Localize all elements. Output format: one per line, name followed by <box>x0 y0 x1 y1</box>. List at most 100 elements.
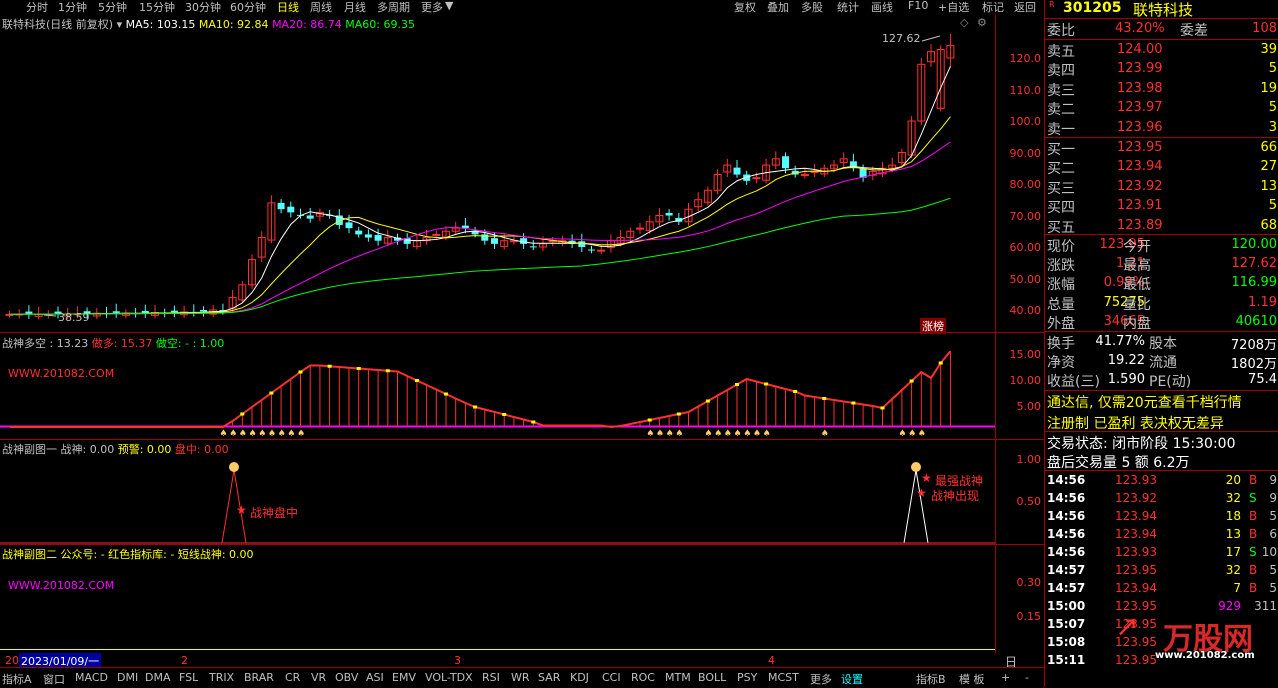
template-button[interactable]: 模 板 <box>959 671 985 687</box>
tab-trix[interactable]: TRIX <box>209 671 234 684</box>
tab-daily[interactable]: 日线 <box>277 0 299 15</box>
tab-rsi[interactable]: RSI <box>482 671 500 684</box>
limit-up-badge[interactable]: 涨榜 <box>920 318 946 334</box>
tab-boll[interactable]: BOLL <box>698 671 726 684</box>
tab-more-indicators[interactable]: 更多 <box>810 671 832 687</box>
tab-asi[interactable]: ASI <box>366 671 384 684</box>
level-price: 123.91 <box>1117 198 1163 214</box>
zhanshen-fu2-panel[interactable]: 战神副图二 公众号: - 红色指标库: - 短线战神: 0.00 WWW.201… <box>0 545 995 652</box>
tab-30min[interactable]: 30分钟 <box>185 0 221 15</box>
tab-dmi[interactable]: DMI <box>117 671 138 684</box>
tab-wr[interactable]: WR <box>511 671 530 684</box>
star-icon: ★ <box>916 486 927 500</box>
sub1-axis: 15.00 10.00 5.00 <box>995 333 1045 440</box>
tab-vr[interactable]: VR <box>311 671 326 684</box>
tab-kdj[interactable]: KDJ <box>570 671 589 684</box>
tab-settings[interactable]: 设置 <box>841 671 863 687</box>
tab-multi-period[interactable]: 多周期 <box>377 0 410 15</box>
level-volume: 13 <box>1260 178 1277 194</box>
bid-row[interactable]: 买一 123.95 66 <box>1045 138 1278 158</box>
notice-text: 注册制 已盈利 表决权无差异 <box>1047 416 1224 432</box>
candle-body <box>306 215 314 219</box>
tab-fsl[interactable]: FSL <box>179 671 198 684</box>
moneybag-icon: ♠ <box>753 429 761 439</box>
tick-side: B <box>1249 527 1258 541</box>
tab-sar[interactable]: SAR <box>538 671 560 684</box>
tab-emv[interactable]: EMV <box>392 671 416 684</box>
add-watchlist-button[interactable]: +自选 <box>938 0 969 15</box>
notice-row-1[interactable]: 通达信, 仅需20元查看千档行情 <box>1045 391 1278 412</box>
stat-label: 收益(三) <box>1047 374 1100 391</box>
annotation-chuxian: 战神出现 <box>931 489 980 503</box>
tick-time: 14:56 <box>1047 473 1086 487</box>
ask-row[interactable]: 卖二 123.97 5 <box>1045 98 1278 118</box>
zoom-in-button[interactable]: + <box>1001 671 1010 684</box>
tab-mtm[interactable]: MTM <box>665 671 691 684</box>
tab-window[interactable]: 窗口 <box>43 671 65 687</box>
zhanshen-duokong-panel[interactable]: 战神多空 : 13.23 做多: 15.37 做空: - : 1.00 WWW.… <box>0 333 995 440</box>
stat2-row: 收益(三) 1.590 PE(动) 75.4 <box>1045 370 1278 391</box>
zhanshen-fu1-panel[interactable]: 战神副图一 战神: 0.00 预警: 0.00 盘中: 0.00 ★ 战神盘中 … <box>0 440 995 545</box>
ask-row[interactable]: 卖三 123.98 19 <box>1045 79 1278 99</box>
tick-price: 123.94 <box>1115 581 1157 595</box>
tab-mcst[interactable]: MCST <box>768 671 799 684</box>
f10-button[interactable]: F10 <box>908 0 928 12</box>
tab-fenshi[interactable]: 分时 <box>26 0 48 15</box>
month-tick: 2 <box>181 654 188 667</box>
stats-button[interactable]: 统计 <box>837 0 859 15</box>
tick-row: 15:11 123.95 <box>1045 651 1278 669</box>
tick-time: 15:08 <box>1047 635 1086 649</box>
tab-weekly[interactable]: 周线 <box>310 0 332 15</box>
tick-time: 14:57 <box>1047 563 1086 577</box>
ask-row[interactable]: 卖五 124.00 39 <box>1045 40 1278 60</box>
tab-cci[interactable]: CCI <box>602 671 621 684</box>
tab-cr[interactable]: CR <box>285 671 300 684</box>
level-price: 123.96 <box>1117 119 1163 135</box>
tab-5min[interactable]: 5分钟 <box>98 0 127 15</box>
level-price: 123.99 <box>1117 61 1163 77</box>
ask-row[interactable]: 卖四 123.99 5 <box>1045 59 1278 79</box>
tick-time: 15:00 <box>1047 599 1086 613</box>
tab-obv[interactable]: OBV <box>335 671 358 684</box>
chevron-down-icon[interactable]: ▼ <box>445 0 453 12</box>
tab-roc[interactable]: ROC <box>631 671 655 684</box>
zoom-out-button[interactable]: - <box>1025 671 1029 684</box>
tab-dma[interactable]: DMA <box>145 671 171 684</box>
tab-60min[interactable]: 60分钟 <box>230 0 266 15</box>
fuquan-button[interactable]: 复权 <box>734 0 756 15</box>
tab-brar[interactable]: BRAR <box>244 671 274 684</box>
point <box>444 392 448 396</box>
bid-row[interactable]: 买五 123.89 68 <box>1045 216 1278 236</box>
tab-psy[interactable]: PSY <box>737 671 757 684</box>
draw-line-button[interactable]: 画线 <box>871 0 893 15</box>
y-tick: 50.00 <box>1009 273 1042 286</box>
tab-15min[interactable]: 15分钟 <box>139 0 175 15</box>
bid-row[interactable]: 买四 123.91 5 <box>1045 196 1278 216</box>
overlay-button[interactable]: 叠加 <box>767 0 789 15</box>
y-tick: 90.00 <box>1009 147 1042 160</box>
tab-indicator-a[interactable]: 指标A <box>2 671 32 687</box>
point <box>473 405 478 409</box>
sub3-title: 战神副图二 公众号: - 红色指标库: - 短线战神: 0.00 <box>2 548 254 561</box>
tab-indicator-b[interactable]: 指标B <box>916 671 946 687</box>
ask-row[interactable]: 卖一 123.96 3 <box>1045 118 1278 138</box>
bid-row[interactable]: 买三 123.92 13 <box>1045 177 1278 197</box>
tab-macd[interactable]: MACD <box>75 671 108 684</box>
level-volume: 39 <box>1260 42 1277 57</box>
kline-panel[interactable]: 联特科技(日线 前复权) ▾ MA5: 103.15 MA10: 92.84 M… <box>0 14 995 334</box>
tab-1min[interactable]: 1分钟 <box>58 0 87 15</box>
stat-value: 116.99 <box>1231 275 1278 291</box>
tick-row: 14:56 123.93 17 S 10 <box>1045 543 1278 561</box>
tick-price: 123.95 <box>1115 635 1157 649</box>
multi-stock-button[interactable]: 多股 <box>801 0 823 15</box>
tab-monthly[interactable]: 月线 <box>344 0 366 15</box>
tab-more[interactable]: 更多 <box>421 0 443 15</box>
moneybag-icon: ♠ <box>734 429 742 439</box>
tab-vol-tdx[interactable]: VOL-TDX <box>425 671 473 684</box>
notice-text[interactable]: 通达信, 仅需20元查看千档行情 <box>1047 392 1242 412</box>
bid-row[interactable]: 买二 123.94 27 <box>1045 157 1278 177</box>
back-button[interactable]: 返回 <box>1014 0 1036 15</box>
weicha-label: 委差 <box>1180 23 1208 39</box>
stat-label: 外盘 <box>1047 315 1075 332</box>
mark-button[interactable]: 标记 <box>982 0 1004 15</box>
